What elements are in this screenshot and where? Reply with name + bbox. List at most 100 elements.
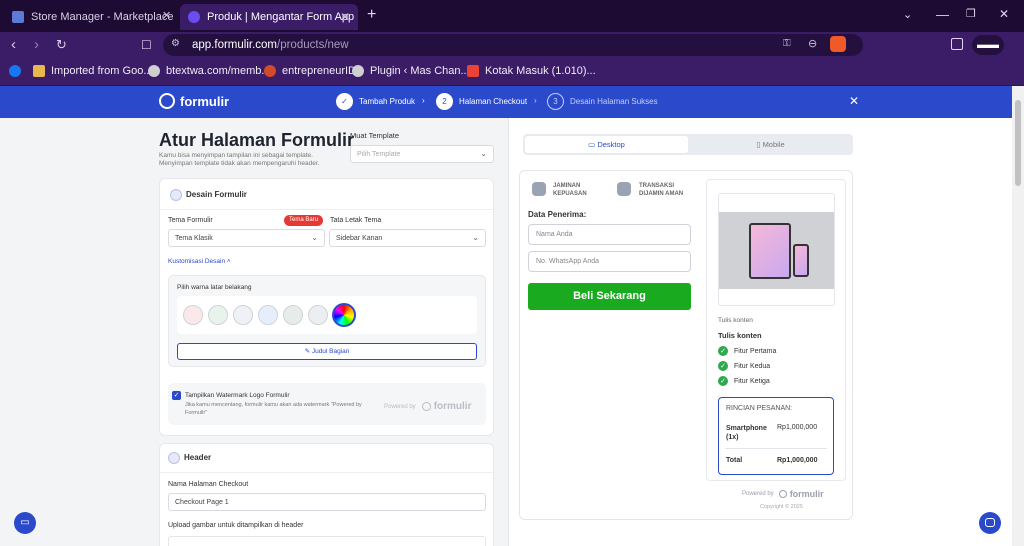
close-tab-icon[interactable]: ✕ [162,9,171,22]
swatch-row [177,296,477,334]
chevron-down-icon: ⌄ [311,233,318,242]
forward-icon[interactable]: › [34,37,39,53]
bookmark-icon[interactable]: ☐ [141,37,152,53]
step-halaman-checkout[interactable]: 2 Halaman Checkout [436,93,527,110]
bookmark-entrepreneur[interactable]: entrepreneurID [264,65,356,77]
bookmark-btextwa[interactable]: btextwa.com/memb... [148,65,271,77]
chevron-down-icon: ⌄ [472,233,479,242]
site-info-icon[interactable]: ⚙ [171,38,180,49]
edit-icon: ✎ [304,348,311,355]
reload-icon[interactable]: ↻ [56,37,67,53]
step-desain-sukses[interactable]: 3 Desain Halaman Sukses [547,93,658,110]
buy-now-button[interactable]: Beli Sekarang [528,283,691,310]
bookmark-gmail[interactable]: Kotak Masuk (1.010)... [467,65,596,77]
close-icon[interactable]: ✕ [849,94,859,108]
chevron-right-icon: › [534,96,537,105]
secure-badge: TRANSAKSI DIJAMIN AMAN [639,183,684,197]
formulir-logo-icon [421,402,431,411]
header-icon [168,452,180,464]
check-circle-icon: ✓ [718,361,728,371]
entrepreneur-icon [264,65,276,77]
product-sidebar: Tulis konten Tulis konten ✓ Fitur Pertama… [706,179,846,481]
private-profile-icon[interactable]: ▬▬ [972,35,1004,55]
tablet-image [749,223,791,279]
whatsapp-input[interactable]: No. WhatsApp Anda [528,251,691,272]
watermark-desc: Jika kamu mencentang, formulir kamu akan… [185,402,362,408]
checkout-name-input[interactable]: Checkout Page 1 [168,493,486,511]
checkout-name-label: Nama Halaman Checkout [168,481,249,488]
address-bar[interactable]: ⚙ app.formulir.com/products/new ⚿ ⊖ [163,34,863,56]
upload-label: Upload gambar untuk ditampilkan di heade… [168,522,304,529]
recipient-label: Data Penerima: [528,210,587,219]
minimize-icon[interactable]: — [936,7,949,22]
bookmark-imported[interactable]: Imported from Goo... [33,65,152,77]
palette-icon [170,189,182,201]
chat-icon[interactable]: ▭ [14,512,36,534]
page-scrollbar[interactable] [1012,86,1024,546]
section-title-button[interactable]: ✎ Judul Bagian [177,343,477,360]
custom-color-picker-icon[interactable] [332,303,356,327]
product-image [718,193,835,306]
window-close-icon[interactable]: ✕ [999,7,1009,21]
template-select[interactable]: Pilih Template ⌄ [350,145,494,163]
copyright: Copyright © 2025 [760,504,803,510]
watermark-section: ✓ Tampilkan Watermark Logo Formulir Jika… [168,383,486,425]
restore-icon[interactable]: ❐ [966,7,976,20]
globe-icon [148,65,160,77]
chevron-down-icon: ⌄ [480,149,487,158]
tab-produk[interactable]: Produk | Mengantar Form App ✕ [180,4,358,30]
key-icon[interactable]: ⚿ [783,38,791,49]
theme-label: Tema Formulir [168,217,213,224]
shield-icon [617,182,631,196]
formulir-logo-icon [159,93,175,109]
check-circle-icon: ✓ [718,346,728,356]
gmail-icon [467,65,479,77]
bookmark-facebook[interactable] [9,65,27,77]
zoom-icon[interactable]: ⊖ [808,37,817,50]
order-title: RINCIAN PESANAN: [726,405,793,412]
watermark-checkbox[interactable]: ✓ [172,391,181,400]
color-swatch[interactable] [308,305,328,325]
new-tab-icon[interactable]: + [367,6,376,24]
upload-area[interactable] [168,536,486,546]
name-input[interactable]: Nama Anda [528,224,691,245]
divider [160,472,495,473]
tab-store-manager[interactable]: Store Manager - Marketplace Mas C [4,4,176,30]
content-text: Tulis konten [718,317,753,324]
theme-select[interactable]: Tema Klasik ⌄ [168,229,325,247]
tab-search-icon[interactable]: ⌄ [903,8,912,21]
bookmark-plugin[interactable]: Plugin ‹ Mas Chan... [352,65,470,77]
layout-select[interactable]: Sidebar Kanan ⌄ [329,229,486,247]
sidebar-toggle-icon[interactable] [951,38,963,50]
desktop-tab[interactable]: ▭ Desktop [525,136,688,153]
customize-section: Pilih warna latar belakang ✎ Judul Bagia… [168,275,486,367]
thumbs-up-icon [532,182,546,196]
brave-shield-icon[interactable] [830,36,846,52]
order-item-name: Smartphone (1x) [726,425,767,441]
check-circle-icon: ✓ [718,376,728,386]
header-card: Header Nama Halaman Checkout Checkout Pa… [159,443,495,546]
watermark-title: Tampilkan Watermark Logo Formulir [185,392,290,399]
mobile-tab[interactable]: ▯ Mobile [690,136,851,153]
powered-by-footer: Powered by formulir [742,489,824,499]
customize-design-toggle[interactable]: Kustomisasi Desain ˄ [168,258,231,265]
support-chat-icon[interactable] [979,512,1001,534]
formulir-logo: formulir [159,93,229,109]
order-summary: RINCIAN PESANAN: Smartphone (1x) Rp1,000,… [718,397,834,475]
bg-color-label: Pilih warna latar belakang [177,284,252,291]
color-swatch[interactable] [283,305,303,325]
chevron-right-icon: › [422,96,425,105]
color-swatch[interactable] [208,305,228,325]
content-title: Tulis konten [718,331,762,340]
step-tambah-produk[interactable]: ✓ Tambah Produk [336,93,415,110]
color-swatch[interactable] [258,305,278,325]
order-item-price: Rp1,000,000 [777,424,818,431]
form-settings-panel: Atur Halaman Formulir Kamu bisa menyimpa… [0,118,508,546]
color-swatch[interactable] [183,305,203,325]
page-title: Atur Halaman Formulir [159,130,355,150]
close-tab-icon[interactable]: ✕ [340,10,350,24]
bookmarks-bar: Imported from Goo... btextwa.com/memb...… [0,58,1024,86]
back-icon[interactable]: ‹ [11,37,16,53]
color-swatch[interactable] [233,305,253,325]
scrollbar-thumb[interactable] [1015,100,1021,186]
